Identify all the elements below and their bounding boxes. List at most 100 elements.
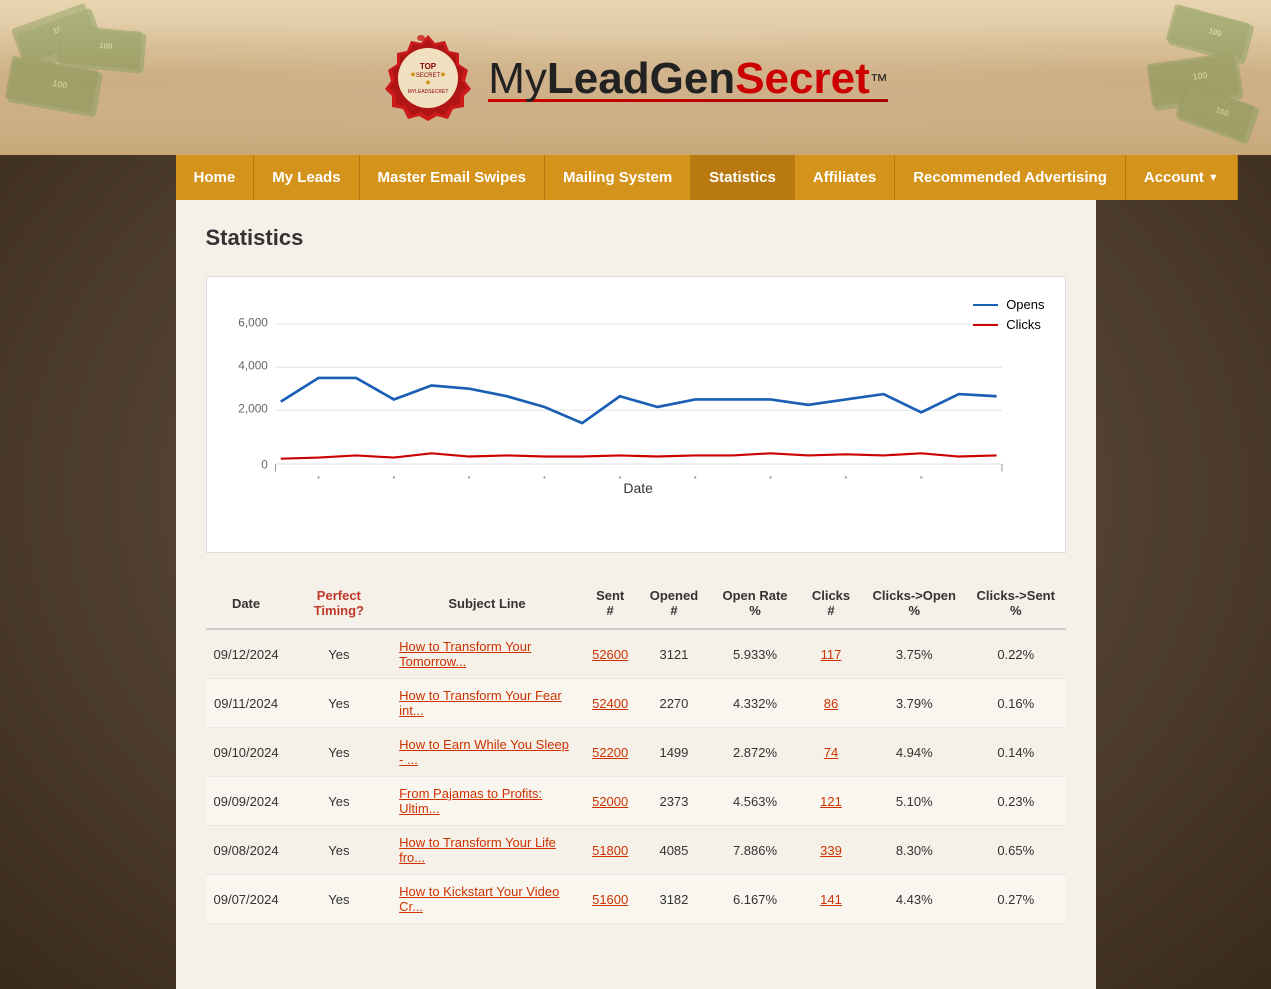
nav-statistics[interactable]: Statistics: [691, 155, 795, 200]
chart-svg: 6,000 4,000 2,000 0 Date •: [227, 297, 1045, 517]
table-header-row: Date Perfect Timing? Subject Line Sent #…: [206, 578, 1066, 629]
cell-sent[interactable]: 52200: [583, 728, 637, 777]
cell-clicks[interactable]: 117: [800, 629, 863, 679]
cell-opened: 4085: [637, 826, 710, 875]
svg-text:★: ★: [410, 70, 417, 79]
cell-date: 09/10/2024: [206, 728, 287, 777]
cell-sent[interactable]: 52400: [583, 679, 637, 728]
svg-text:4,000: 4,000: [238, 358, 268, 372]
col-open-rate: Open Rate %: [710, 578, 799, 629]
cell-perfect-timing: Yes: [287, 875, 392, 924]
cell-subject[interactable]: How to Transform Your Life fro...: [391, 826, 583, 875]
col-clicks: Clicks #: [800, 578, 863, 629]
cell-opened: 2373: [637, 777, 710, 826]
cell-clicks[interactable]: 339: [800, 826, 863, 875]
table-row: 09/08/2024 Yes How to Transform Your Lif…: [206, 826, 1066, 875]
svg-text:100: 100: [1192, 70, 1208, 82]
page-title: Statistics: [206, 225, 1066, 251]
col-opened: Opened #: [637, 578, 710, 629]
logo-container: TOP SECRET ★ ★ ★ MYLEADSECRET MyLeadGenS…: [383, 33, 887, 123]
cell-clicks-open: 3.79%: [863, 679, 967, 728]
cell-subject[interactable]: From Pajamas to Profits: Ultim...: [391, 777, 583, 826]
cell-subject[interactable]: How to Kickstart Your Video Cr...: [391, 875, 583, 924]
cell-date: 09/12/2024: [206, 629, 287, 679]
cell-sent[interactable]: 52600: [583, 629, 637, 679]
cell-clicks[interactable]: 121: [800, 777, 863, 826]
svg-text:TOP: TOP: [420, 62, 437, 71]
svg-text:•: •: [316, 472, 319, 482]
col-sent: Sent #: [583, 578, 637, 629]
main-content: Home My Leads Master Email Swipes Mailin…: [176, 155, 1096, 989]
cell-clicks-sent: 0.65%: [966, 826, 1066, 875]
nav-affiliates[interactable]: Affiliates: [795, 155, 895, 200]
cell-clicks-open: 8.30%: [863, 826, 967, 875]
cell-perfect-timing: Yes: [287, 679, 392, 728]
svg-text:•: •: [392, 472, 395, 482]
cell-clicks[interactable]: 141: [800, 875, 863, 924]
nav-recommended-advertising[interactable]: Recommended Advertising: [895, 155, 1126, 200]
svg-text:•: •: [769, 472, 772, 482]
cell-clicks-sent: 0.27%: [966, 875, 1066, 924]
cell-clicks[interactable]: 86: [800, 679, 863, 728]
cell-clicks-open: 5.10%: [863, 777, 967, 826]
cell-subject[interactable]: How to Transform Your Tomorrow...: [391, 629, 583, 679]
nav-mailing-system[interactable]: Mailing System: [545, 155, 691, 200]
chart-x-label: Date: [623, 480, 653, 496]
cell-open-rate: 4.332%: [710, 679, 799, 728]
nav-master-email-swipes[interactable]: Master Email Swipes: [360, 155, 545, 200]
cell-perfect-timing: Yes: [287, 728, 392, 777]
legend-opens-label: Opens: [1006, 297, 1044, 312]
legend-clicks: Clicks: [973, 317, 1044, 332]
cell-subject[interactable]: How to Transform Your Fear int...: [391, 679, 583, 728]
cell-subject[interactable]: How to Earn While You Sleep - ...: [391, 728, 583, 777]
cell-opened: 1499: [637, 728, 710, 777]
svg-text:6,000: 6,000: [238, 315, 268, 329]
svg-text:•: •: [467, 472, 470, 482]
svg-text:100: 100: [99, 41, 114, 51]
cell-open-rate: 7.886%: [710, 826, 799, 875]
nav-home[interactable]: Home: [176, 155, 255, 200]
cell-date: 09/07/2024: [206, 875, 287, 924]
svg-text:★: ★: [425, 78, 432, 87]
nav-my-leads[interactable]: My Leads: [254, 155, 359, 200]
cell-clicks[interactable]: 74: [800, 728, 863, 777]
col-perfect-timing: Perfect Timing?: [287, 578, 392, 629]
chart-container: Opens Clicks 6,000 4,000 2,000 0: [206, 276, 1066, 553]
svg-text:•: •: [844, 472, 847, 482]
cell-open-rate: 5.933%: [710, 629, 799, 679]
cell-clicks-open: 3.75%: [863, 629, 967, 679]
cell-clicks-sent: 0.16%: [966, 679, 1066, 728]
cell-sent[interactable]: 51800: [583, 826, 637, 875]
cell-clicks-sent: 0.22%: [966, 629, 1066, 679]
cell-opened: 2270: [637, 679, 710, 728]
chart-legend: Opens Clicks: [973, 297, 1044, 332]
cell-perfect-timing: Yes: [287, 777, 392, 826]
table-row: 09/11/2024 Yes How to Transform Your Fea…: [206, 679, 1066, 728]
cell-clicks-sent: 0.23%: [966, 777, 1066, 826]
statistics-table: Date Perfect Timing? Subject Line Sent #…: [206, 578, 1066, 924]
legend-opens: Opens: [973, 297, 1044, 312]
navigation: Home My Leads Master Email Swipes Mailin…: [176, 155, 1096, 200]
svg-text:MYLEADSECRET: MYLEADSECRET: [408, 89, 449, 95]
svg-text:★: ★: [440, 70, 447, 79]
opens-line-icon: [973, 304, 998, 306]
nav-account[interactable]: Account ▼: [1126, 155, 1238, 200]
svg-text:2,000: 2,000: [238, 401, 268, 415]
cell-perfect-timing: Yes: [287, 826, 392, 875]
cell-clicks-open: 4.43%: [863, 875, 967, 924]
page-body: Statistics Opens Clicks 6,000 4,000 2,00…: [176, 200, 1096, 949]
cell-date: 09/11/2024: [206, 679, 287, 728]
cell-sent[interactable]: 52000: [583, 777, 637, 826]
col-clicks-sent: Clicks->Sent %: [966, 578, 1066, 629]
cell-open-rate: 2.872%: [710, 728, 799, 777]
logo-text: MyLeadGenSecret™: [488, 54, 887, 102]
cell-sent[interactable]: 51600: [583, 875, 637, 924]
cell-date: 09/09/2024: [206, 777, 287, 826]
cell-open-rate: 4.563%: [710, 777, 799, 826]
cell-date: 09/08/2024: [206, 826, 287, 875]
cell-opened: 3121: [637, 629, 710, 679]
cell-perfect-timing: Yes: [287, 629, 392, 679]
logo-seal-icon: TOP SECRET ★ ★ ★ MYLEADSECRET: [383, 33, 473, 123]
svg-text:•: •: [543, 472, 546, 482]
svg-text:0: 0: [261, 457, 268, 471]
